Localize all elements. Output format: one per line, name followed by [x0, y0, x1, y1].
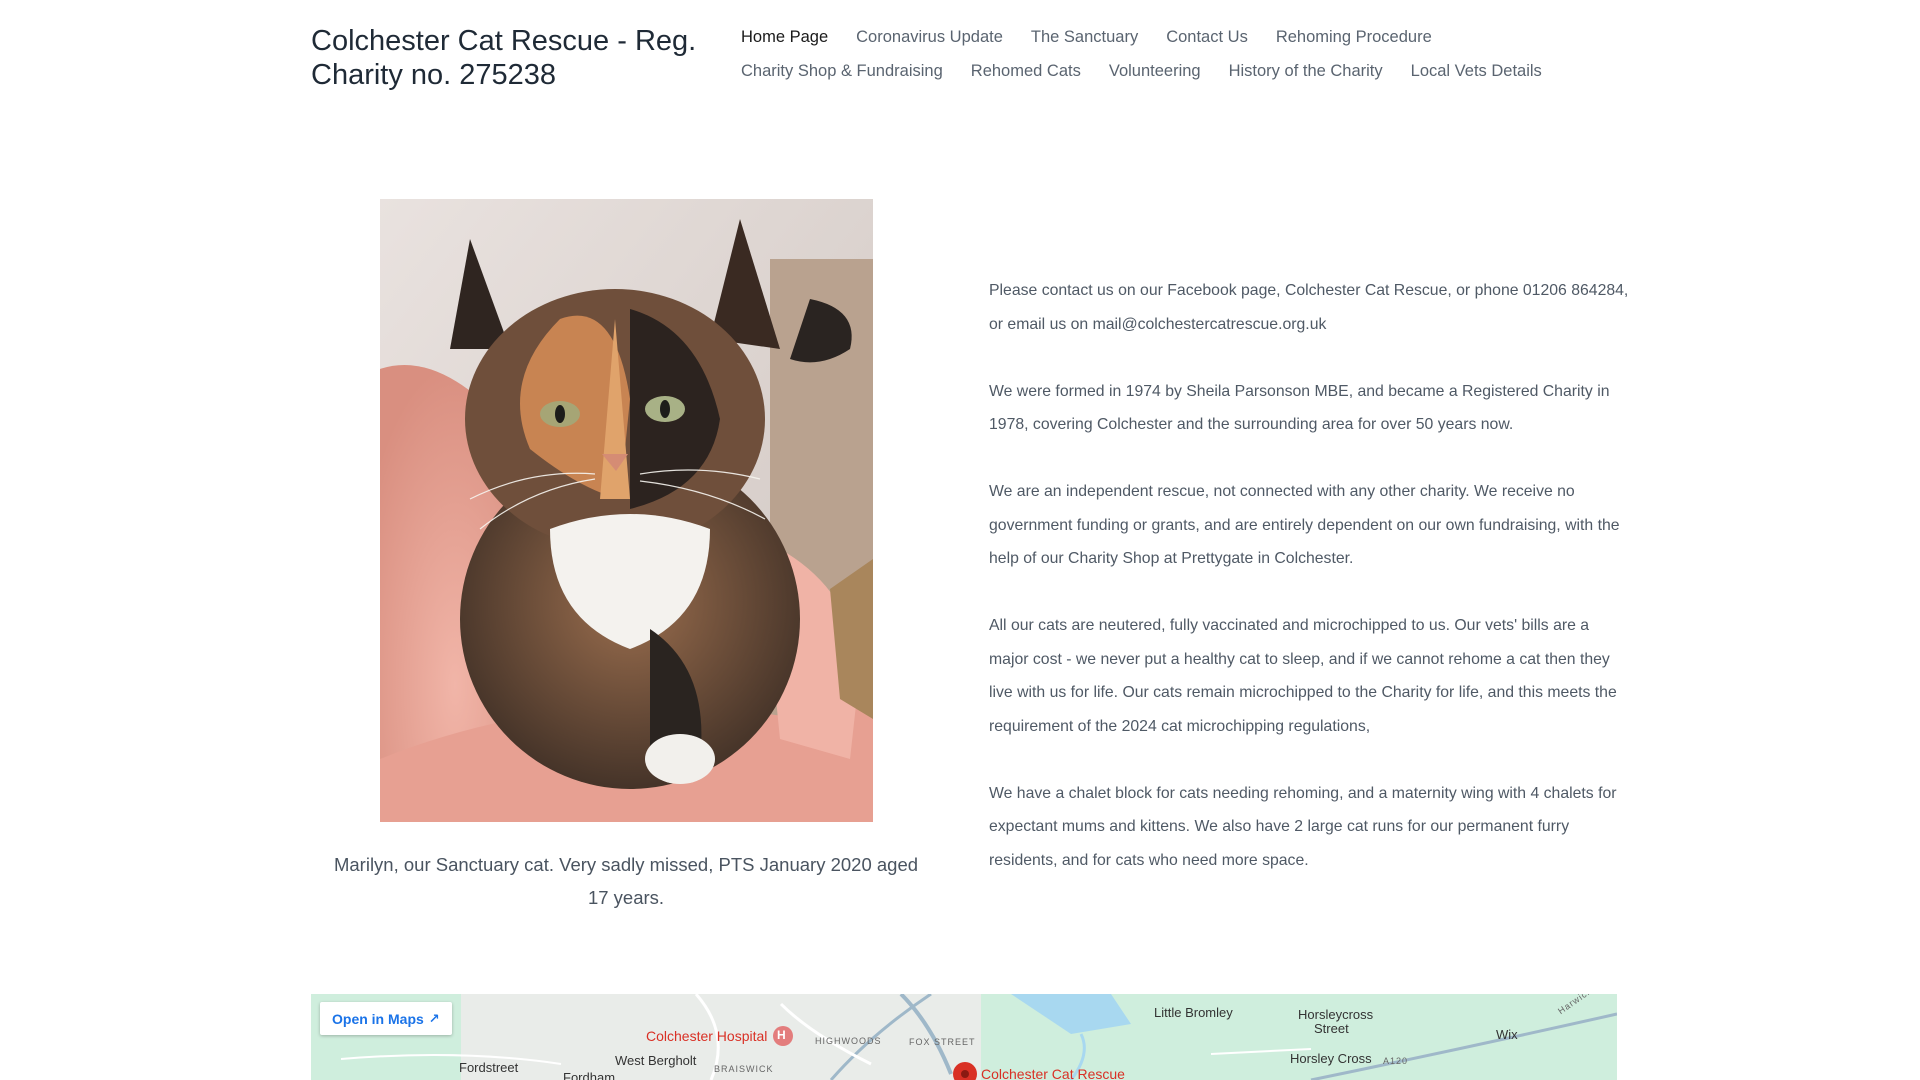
map-pin-label-rescue[interactable]: Colchester Cat Rescue	[981, 1066, 1125, 1080]
hospital-icon: H	[777, 1028, 786, 1042]
intro-paragraph-history: We were formed in 1974 by Sheila Parsons…	[989, 382, 1610, 434]
map-label-horsleycross-street-2: Street	[1314, 1021, 1349, 1036]
nav-item-local-vets[interactable]: Local Vets Details	[1411, 62, 1542, 80]
map-label-highwoods: HIGHWOODS	[815, 1036, 882, 1046]
open-in-maps-label: Open in Maps	[332, 1010, 424, 1027]
intro-paragraph-care: All our cats are neutered, fully vaccina…	[989, 617, 1617, 735]
nav-item-contact-us[interactable]: Contact Us	[1166, 28, 1248, 46]
intro-paragraph-independence: We are an independent rescue, not connec…	[989, 483, 1620, 567]
nav-item-volunteering[interactable]: Volunteering	[1109, 62, 1201, 80]
map-label-hospital: Colchester Hospital	[646, 1028, 768, 1044]
nav-item-home-page[interactable]: Home Page	[741, 28, 828, 46]
map-label-horsleycross-street-1: Horsleycross	[1298, 1007, 1374, 1022]
map-label-a120: A120	[1383, 1056, 1409, 1066]
map-label-horsley-cross: Horsley Cross	[1290, 1051, 1372, 1066]
photo-caption: Marilyn, our Sanctuary cat. Very sadly m…	[333, 854, 919, 908]
nav-item-rehomed-cats[interactable]: Rehomed Cats	[971, 62, 1081, 80]
intro-paragraph-facilities: We have a chalet block for cats needing …	[989, 784, 1617, 869]
nav-item-charity-shop[interactable]: Charity Shop & Fundraising	[741, 62, 943, 80]
main-nav: Home Page Coronavirus Update The Sanctua…	[741, 28, 1641, 80]
open-in-maps-button[interactable]: Open in Maps ↗	[320, 1002, 452, 1035]
nav-item-rehoming-procedure[interactable]: Rehoming Procedure	[1276, 28, 1432, 46]
map-label-west-bergholt: West Bergholt	[615, 1053, 697, 1068]
map-label-braiswick: BRAISWICK	[714, 1064, 774, 1074]
nav-item-coronavirus-update[interactable]: Coronavirus Update	[856, 28, 1003, 46]
external-link-icon: ↗	[428, 1010, 440, 1026]
embedded-map[interactable]: Open in Maps ↗ Colchester Hospital H HIG…	[311, 994, 1617, 1080]
cat-photo	[380, 199, 873, 822]
map-label-wix: Wix	[1496, 1027, 1518, 1042]
intro-content: Please contact us on our Facebook page, …	[989, 274, 1629, 911]
map-label-little-bromley: Little Bromley	[1154, 1005, 1233, 1020]
intro-paragraph-contact: Please contact us on our Facebook page, …	[989, 282, 1629, 333]
map-label-fordstreet: Fordstreet	[459, 1060, 519, 1075]
nav-item-history[interactable]: History of the Charity	[1229, 62, 1383, 80]
map-label-fordham: Fordham	[563, 1070, 616, 1080]
site-title[interactable]: Colchester Cat Rescue - Reg. Charity no.…	[311, 24, 711, 92]
map-label-fox-street: FOX STREET	[909, 1037, 976, 1047]
nav-item-the-sanctuary[interactable]: The Sanctuary	[1031, 28, 1138, 46]
